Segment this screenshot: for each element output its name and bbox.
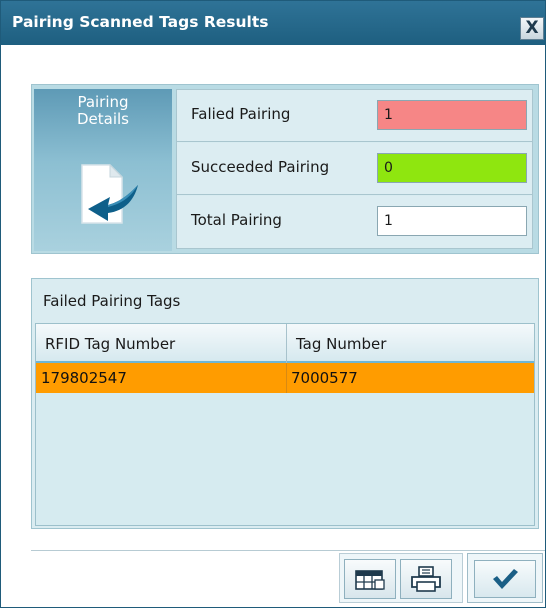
pairing-details-panel: Pairing Details Falied Pairing 1 Succeed… <box>31 84 539 254</box>
failed-pairing-tags-title: Failed Pairing Tags <box>43 292 181 310</box>
cell-separator <box>286 363 287 393</box>
table-row[interactable]: 179802547 7000577 <box>36 363 534 393</box>
failed-pairing-value: 1 <box>377 100 527 130</box>
ok-button[interactable] <box>474 560 536 598</box>
table-export-icon <box>355 570 385 590</box>
cell-tag-number: 7000577 <box>291 369 358 387</box>
total-pairing-label: Total Pairing <box>191 211 282 229</box>
ok-button-frame <box>467 553 543 603</box>
failed-pairing-tags-panel: Failed Pairing Tags RFID Tag Number Tag … <box>31 278 539 529</box>
export-table-button[interactable] <box>344 559 396 599</box>
title-bar[interactable]: Pairing Scanned Tags Results X <box>1 1 545 45</box>
succeeded-pairing-value: 0 <box>377 153 527 183</box>
succeeded-pairing-label: Succeeded Pairing <box>191 158 330 176</box>
checkmark-icon <box>493 569 518 589</box>
failed-tags-grid[interactable]: RFID Tag Number Tag Number 179802547 700… <box>35 323 535 526</box>
pairing-details-tile: Pairing Details <box>34 89 172 251</box>
printer-icon <box>411 566 441 592</box>
column-header-rfid[interactable]: RFID Tag Number <box>45 335 175 353</box>
total-pairing-value: 1 <box>377 206 527 236</box>
action-toolbar <box>339 553 463 603</box>
footer-divider <box>31 550 545 551</box>
close-icon: X <box>525 17 539 38</box>
cell-rfid: 179802547 <box>41 369 127 387</box>
failed-pairing-row: Falied Pairing 1 <box>177 90 532 142</box>
close-button[interactable]: X <box>520 17 544 40</box>
pairing-results-dialog: Pairing Scanned Tags Results X Pairing D… <box>0 0 546 608</box>
grid-header: RFID Tag Number Tag Number <box>36 324 534 363</box>
dialog-title: Pairing Scanned Tags Results <box>12 13 269 31</box>
pairing-details-label: Pairing Details <box>76 93 129 128</box>
column-separator <box>286 324 287 363</box>
column-header-tag-number[interactable]: Tag Number <box>296 335 386 353</box>
succeeded-pairing-row: Succeeded Pairing 0 <box>177 143 532 195</box>
print-button[interactable] <box>400 559 452 599</box>
total-pairing-row: Total Pairing 1 <box>177 196 532 248</box>
failed-pairing-label: Falied Pairing <box>191 105 291 123</box>
pairing-stats: Falied Pairing 1 Succeeded Pairing 0 Tot… <box>176 89 533 249</box>
document-arrow-icon <box>81 163 138 224</box>
